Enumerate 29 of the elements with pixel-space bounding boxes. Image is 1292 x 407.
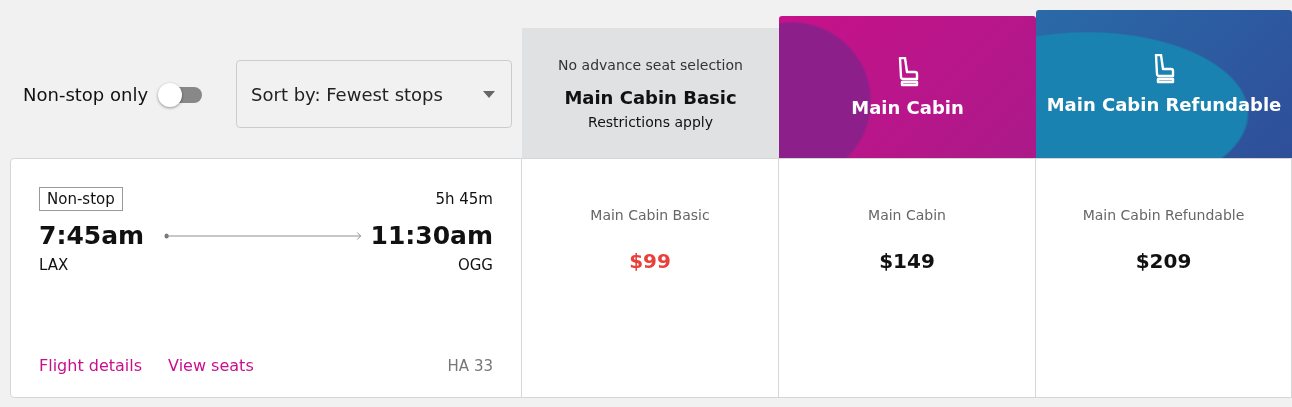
sort-dropdown[interactable]: Sort by: Fewest stops — [236, 60, 513, 128]
fare-cell[interactable]: Main Cabin Refundable $209 — [1036, 158, 1292, 398]
nonstop-badge: Non-stop — [39, 187, 123, 211]
fare-name: Main Cabin Refundable — [1082, 207, 1245, 223]
fare-note: No advance seat selection — [558, 56, 743, 73]
seat-icon — [896, 56, 919, 87]
fare-subtitle: Restrictions apply — [588, 113, 713, 130]
arrival-time: 11:30am — [370, 221, 493, 250]
seat-icon — [1153, 53, 1175, 84]
fare-cell[interactable]: Main Cabin Basic $99 — [522, 158, 779, 398]
caret-icon — [483, 90, 496, 98]
fare-price: $209 — [1135, 249, 1192, 273]
fare-title: Main Cabin Refundable — [1046, 93, 1282, 115]
flight-link[interactable]: View seats — [168, 356, 254, 375]
destination-code: OGG — [457, 256, 493, 274]
fare-title: Main Cabin Basic — [564, 86, 737, 108]
toggle-switch[interactable] — [158, 83, 203, 105]
fare-name: Main Cabin — [868, 207, 946, 223]
fare-price: $149 — [879, 249, 935, 273]
fare-title: Main Cabin — [851, 96, 964, 118]
fare-price: $99 — [629, 249, 671, 273]
flight-duration: 5h 45m — [435, 190, 493, 208]
origin-code: LAX — [39, 256, 69, 274]
fare-name: Main Cabin Basic — [590, 207, 710, 223]
flight-number: HA 33 — [447, 356, 493, 375]
fare-cell[interactable]: Main Cabin $149 — [779, 158, 1036, 398]
toggle-label: Non-stop only — [23, 83, 149, 105]
departure-time: 7:45am — [39, 221, 145, 250]
flight-link[interactable]: Flight details — [39, 356, 143, 375]
